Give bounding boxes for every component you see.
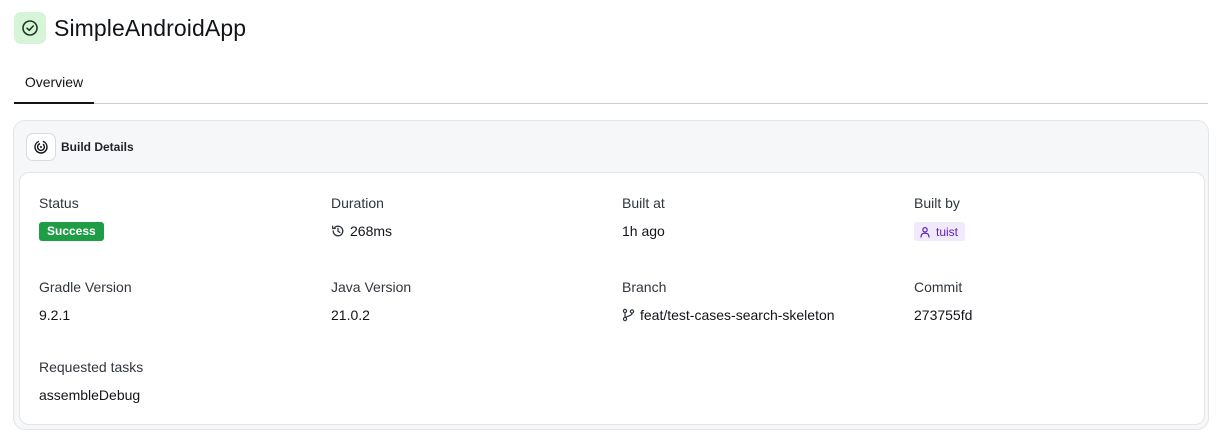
- commit-value[interactable]: 273755fd: [914, 306, 972, 324]
- branch-value[interactable]: feat/test-cases-search-skeleton: [640, 306, 835, 324]
- requested-tasks-field: Requested tasks assembleDebug: [39, 358, 143, 404]
- history-icon: [331, 224, 345, 238]
- commit-label: Commit: [914, 279, 963, 295]
- user-badge[interactable]: tuist: [914, 222, 966, 241]
- user-icon: [919, 226, 931, 238]
- java-version-field: Java Version 21.0.2: [331, 278, 411, 324]
- built-by-label: Built by: [914, 195, 960, 211]
- build-swirl-icon: [26, 133, 56, 161]
- tab-bar: Overview: [14, 60, 1208, 104]
- requested-tasks-value: assembleDebug: [39, 387, 141, 403]
- built-at-label: Built at: [622, 195, 665, 211]
- requested-tasks-label: Requested tasks: [39, 359, 144, 375]
- commit-field: Commit 273755fd: [914, 278, 972, 324]
- duration-field: Duration 268ms: [331, 194, 392, 240]
- card-title: Build Details: [61, 140, 134, 154]
- check-circle-icon: [14, 12, 46, 44]
- page-title: SimpleAndroidApp: [54, 14, 247, 41]
- built-by-value: tuist: [936, 224, 959, 239]
- built-at-field: Built at 1h ago: [622, 194, 665, 240]
- gradle-version-value: 9.2.1: [39, 307, 71, 323]
- status-badge: Success: [39, 222, 104, 241]
- status-label: Status: [39, 195, 79, 211]
- gradle-version-label: Gradle Version: [39, 279, 132, 295]
- gradle-version-field: Gradle Version 9.2.1: [39, 278, 132, 324]
- details-grid: Status Success Duration 268ms Built at 1…: [19, 172, 1205, 425]
- card-header: Build Details: [26, 133, 134, 161]
- built-by-field: Built by tuist: [914, 194, 966, 243]
- java-version-value: 21.0.2: [331, 307, 370, 323]
- java-version-label: Java Version: [331, 279, 412, 295]
- git-branch-icon: [622, 308, 635, 322]
- build-details-card: Build Details Status Success Duration 26…: [13, 120, 1209, 430]
- tab-overview[interactable]: Overview: [14, 60, 94, 104]
- branch-field: Branch feat/test-cases-search-skeleton: [622, 278, 835, 324]
- status-field: Status Success: [39, 194, 104, 241]
- duration-value: 268ms: [350, 223, 393, 239]
- active-tab-indicator: [14, 102, 94, 104]
- branch-label: Branch: [622, 279, 667, 295]
- built-at-value: 1h ago: [622, 223, 665, 239]
- duration-label: Duration: [331, 195, 384, 211]
- page-header: SimpleAndroidApp: [14, 12, 246, 44]
